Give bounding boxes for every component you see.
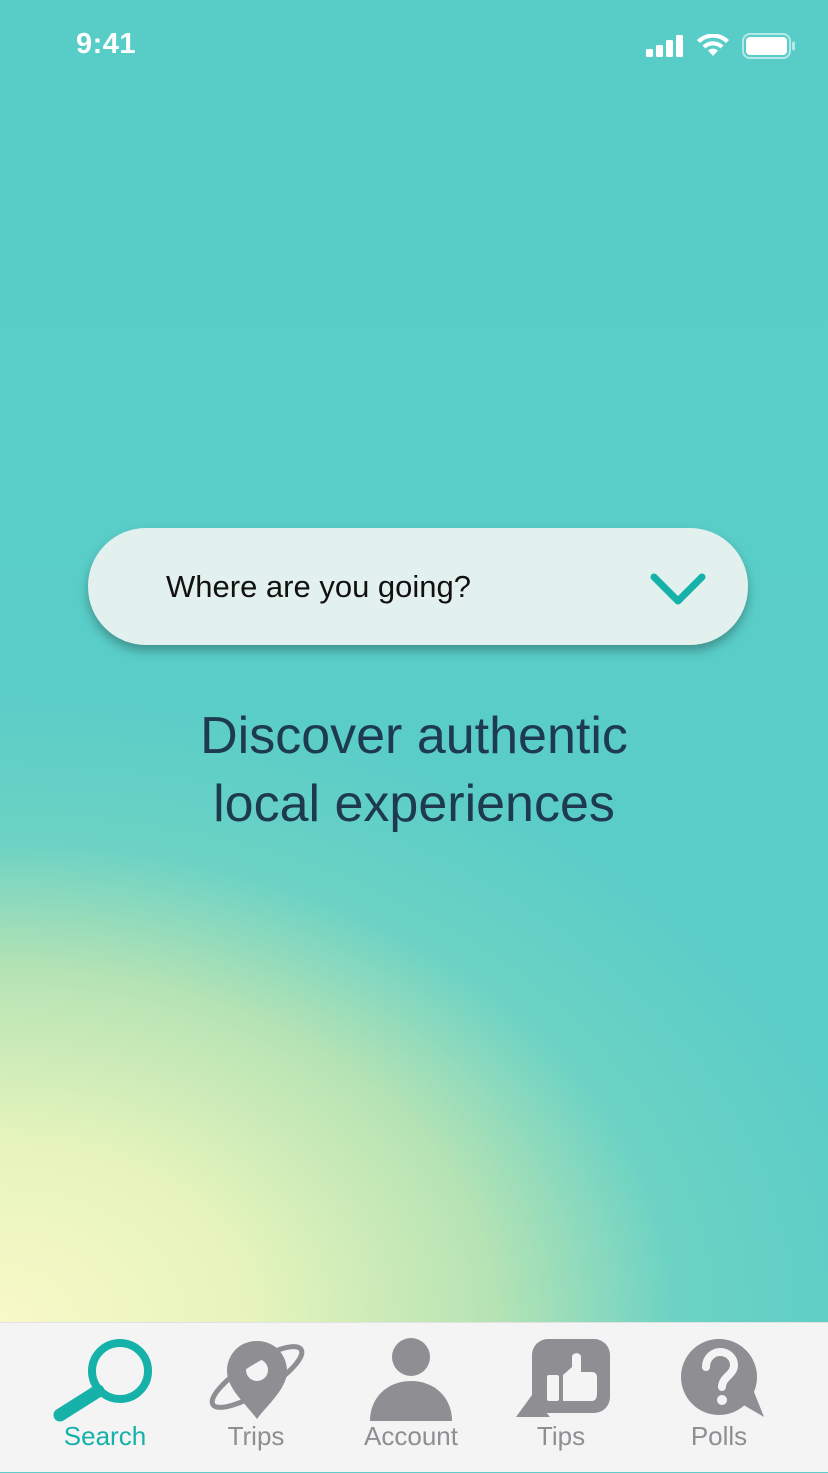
account-icon xyxy=(370,1338,452,1421)
tab-tips[interactable]: Tips xyxy=(486,1323,636,1473)
tab-account[interactable]: Account xyxy=(336,1323,486,1473)
tips-icon xyxy=(516,1339,610,1417)
tab-tips-label: Tips xyxy=(536,1421,586,1451)
polls-icon xyxy=(681,1339,764,1417)
tagline-line-2: local experiences xyxy=(213,775,615,833)
tab-search-label: Search xyxy=(63,1421,147,1451)
tab-search[interactable]: Search xyxy=(30,1323,180,1473)
status-icons xyxy=(646,32,796,60)
trips-icon xyxy=(209,1341,305,1419)
tab-account-label: Account xyxy=(364,1421,458,1451)
destination-dropdown[interactable]: Where are you going? xyxy=(88,528,748,645)
tab-bar: Search Trips Account Tips Polls xyxy=(0,1322,828,1472)
tab-trips[interactable]: Trips xyxy=(181,1323,331,1473)
tagline-line-1: Discover authentic xyxy=(200,707,628,765)
status-time: 9:41 xyxy=(76,28,137,60)
status-bar: 9:41 xyxy=(0,0,828,92)
tab-polls[interactable]: Polls xyxy=(644,1323,794,1473)
search-icon xyxy=(53,1339,152,1422)
tab-trips-label: Trips xyxy=(227,1421,285,1451)
battery-icon xyxy=(742,33,795,59)
background-gradient xyxy=(0,0,828,1322)
chevron-down-icon xyxy=(650,573,706,605)
wifi-icon xyxy=(697,34,729,56)
cellular-signal-icon xyxy=(646,35,683,57)
tab-polls-label: Polls xyxy=(690,1421,748,1451)
tagline: Discover authentic local experiences xyxy=(0,702,828,838)
destination-placeholder: Where are you going? xyxy=(166,568,472,604)
